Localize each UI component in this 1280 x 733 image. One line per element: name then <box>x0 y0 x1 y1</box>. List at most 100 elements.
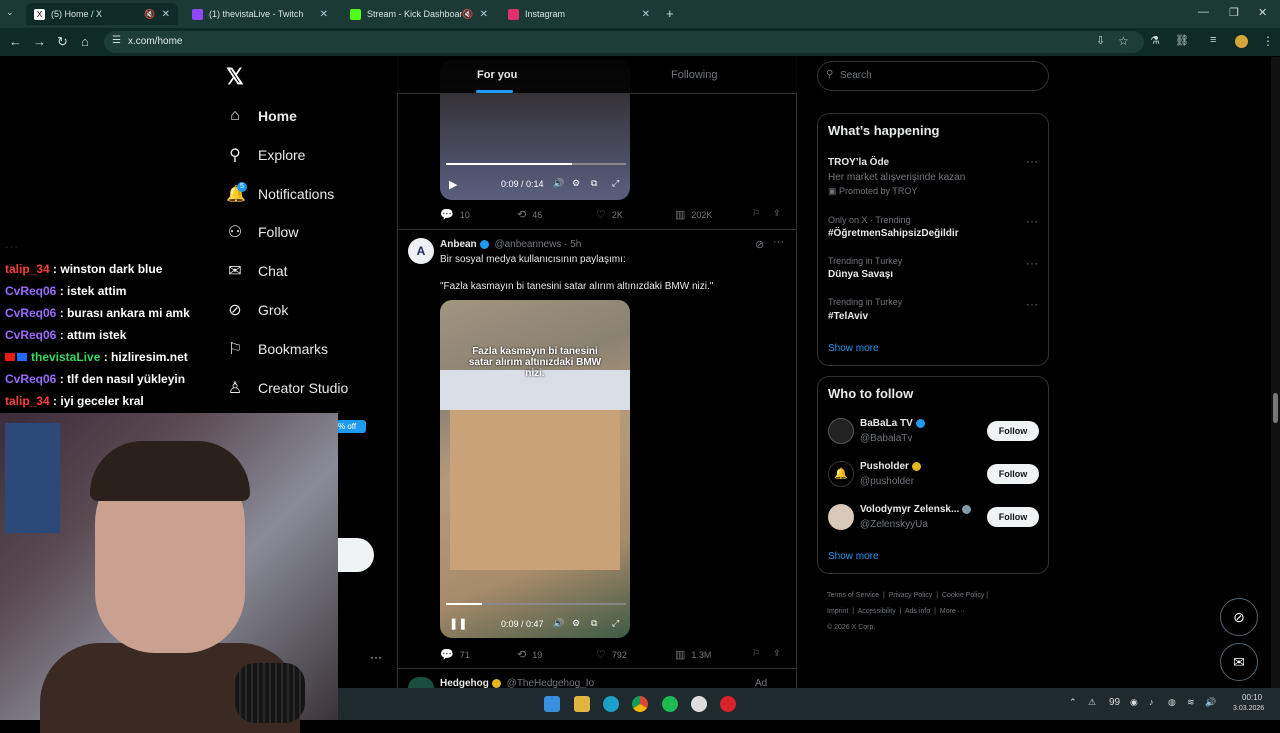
new-tab-icon[interactable]: + <box>666 6 674 21</box>
trend-name[interactable]: #TelAviv <box>828 311 868 322</box>
avatar[interactable] <box>408 677 434 688</box>
mute-icon[interactable]: 🔇 <box>144 9 155 20</box>
menu-icon[interactable]: ⋮ <box>1262 34 1274 48</box>
close-icon[interactable]: ✕ <box>480 9 488 20</box>
clock-time[interactable]: 00:10 <box>1242 693 1262 702</box>
views-button[interactable]: ▥ 1.3M <box>675 648 711 661</box>
chrome-icon[interactable] <box>632 696 648 712</box>
account-name[interactable]: BaBaLa TV <box>860 418 913 429</box>
volume-icon[interactable]: 🔊 <box>553 178 564 189</box>
avatar[interactable]: A <box>408 238 434 264</box>
post-more-icon[interactable]: ··· <box>773 236 784 248</box>
settings-icon[interactable]: ⚙ <box>572 178 580 189</box>
video-player-2[interactable]: Fazla kasmayın bi tanesini satar alırım … <box>440 300 630 638</box>
avatar[interactable]: 🔔 <box>828 461 854 487</box>
tab-instagram[interactable]: Instagram ✕ <box>500 3 658 25</box>
tab-for-you[interactable]: For you <box>477 69 517 81</box>
tray-volume-icon[interactable]: 🔊 <box>1205 697 1216 708</box>
search-input[interactable]: ⚲ Search <box>817 61 1049 91</box>
spotify-icon[interactable] <box>662 696 678 712</box>
follow-button[interactable]: Follow <box>987 464 1039 484</box>
account-more-icon[interactable]: ··· <box>370 650 382 664</box>
restore-icon[interactable]: ❐ <box>1229 6 1239 19</box>
author-name[interactable]: Hedgehog <box>440 678 489 688</box>
tray-chevron-icon[interactable]: ⌃ <box>1069 697 1077 708</box>
author-name[interactable]: Anbean <box>440 239 477 250</box>
repost-button[interactable]: ⟲ 19 <box>517 648 542 661</box>
pip-icon[interactable]: ⧉ <box>591 618 597 629</box>
sidebar-item-follow[interactable]: ⚇ Follow <box>226 218 299 246</box>
file-explorer-icon[interactable] <box>574 696 590 712</box>
close-icon[interactable]: ✕ <box>642 9 650 20</box>
back-icon[interactable]: ← <box>9 34 22 49</box>
account-name[interactable]: Pusholder <box>860 461 909 472</box>
footer-link[interactable]: Privacy Policy <box>889 592 933 599</box>
tab-x-home[interactable]: X (5) Home / X 🔇 ✕ <box>26 3 178 25</box>
play-icon[interactable]: ▶ <box>449 178 457 191</box>
pause-icon[interactable]: ❚❚ <box>449 617 467 630</box>
follow-button[interactable]: Follow <box>987 421 1039 441</box>
author-handle[interactable]: @TheHedgehog_Io <box>507 678 594 688</box>
extension-icon[interactable]: ⚗ <box>1150 34 1160 47</box>
reply-button[interactable]: 💬 10 <box>440 208 470 221</box>
like-button[interactable]: ♡ 2K <box>596 208 623 221</box>
grok-post-icon[interactable]: ⊘ <box>755 238 764 251</box>
footer-link[interactable]: Cookie Policy <box>942 592 984 599</box>
url-bar[interactable]: ☰ x.com/home <box>104 31 1144 53</box>
x-logo[interactable]: 𝕏 <box>226 64 244 90</box>
close-icon[interactable]: ✕ <box>320 9 328 20</box>
share-icon[interactable]: ⇪ <box>773 648 781 659</box>
bookmark-icon[interactable]: ⚐ <box>752 208 760 219</box>
fullscreen-icon[interactable]: ⤢ <box>612 178 619 189</box>
clock-date[interactable]: 3.03.2026 <box>1233 705 1264 712</box>
install-app-icon[interactable]: ⇩ <box>1096 34 1105 47</box>
tab-kick[interactable]: Stream - Kick Dashboard 🔇 ✕ <box>342 3 496 25</box>
reload-icon[interactable]: ↻ <box>57 34 68 50</box>
tray-app-icon[interactable]: ⚠ <box>1088 697 1096 708</box>
tab-list-icon[interactable]: ⌄ <box>6 7 14 18</box>
tray-mic-icon[interactable]: ♪ <box>1149 697 1154 707</box>
follow-button[interactable]: Follow <box>987 507 1039 527</box>
tray-network-icon[interactable]: ◍ <box>1168 697 1176 708</box>
start-icon[interactable] <box>544 696 560 712</box>
forward-icon[interactable]: → <box>33 34 46 49</box>
volume-icon[interactable]: 🔊 <box>553 618 564 629</box>
trend-more-icon[interactable]: ··· <box>1026 154 1038 168</box>
video-progress-track[interactable] <box>446 603 626 605</box>
author-handle[interactable]: @anbeannews · 5h <box>494 239 581 250</box>
repost-button[interactable]: ⟲ 46 <box>517 208 542 221</box>
page-scrollbar[interactable] <box>1271 57 1280 688</box>
avatar[interactable] <box>828 504 854 530</box>
share-icon[interactable]: ⇪ <box>773 208 781 219</box>
settings-icon[interactable]: ⚙ <box>572 618 580 629</box>
footer-link[interactable]: Imprint <box>827 608 848 615</box>
profile-avatar[interactable] <box>1235 35 1248 48</box>
bookmark-icon[interactable]: ⚐ <box>752 648 760 659</box>
tab-following[interactable]: Following <box>671 69 717 81</box>
footer-link[interactable]: Accessibility <box>858 608 896 615</box>
video-progress-track[interactable] <box>446 163 626 165</box>
account-name[interactable]: Volodymyr Zelensk... <box>860 504 959 515</box>
obs-icon[interactable] <box>691 696 707 712</box>
sidebar-item-home[interactable]: ⌂ Home <box>226 102 297 130</box>
sidebar-item-explore[interactable]: ⚲ Explore <box>226 141 305 169</box>
show-more-link[interactable]: Show more <box>828 343 879 354</box>
bookmark-star-icon[interactable]: ☆ <box>1118 34 1129 48</box>
pip-icon[interactable]: ⧉ <box>591 178 597 189</box>
grok-float-button[interactable]: ⊘ <box>1220 598 1258 636</box>
tray-steam-icon[interactable]: ◉ <box>1130 697 1138 708</box>
mute-icon[interactable]: 🔇 <box>462 9 473 20</box>
tray-wifi-icon[interactable]: ≋ <box>1187 697 1195 708</box>
close-icon[interactable]: ✕ <box>162 9 170 20</box>
tab-twitch[interactable]: (1) thevistaLive - Twitch ✕ <box>184 3 336 25</box>
messages-float-button[interactable]: ✉ <box>1220 643 1258 681</box>
promo-title[interactable]: TROY’la Öde <box>828 157 889 168</box>
show-more-link[interactable]: Show more <box>828 551 879 562</box>
views-button[interactable]: ▥ 202K <box>675 208 712 221</box>
link-icon[interactable]: ⛓ <box>1175 34 1189 47</box>
trend-more-icon[interactable]: ··· <box>1026 214 1038 228</box>
avatar[interactable] <box>828 418 854 444</box>
app-icon[interactable] <box>720 696 736 712</box>
reply-button[interactable]: 💬 71 <box>440 648 470 661</box>
fullscreen-icon[interactable]: ⤢ <box>612 618 619 629</box>
